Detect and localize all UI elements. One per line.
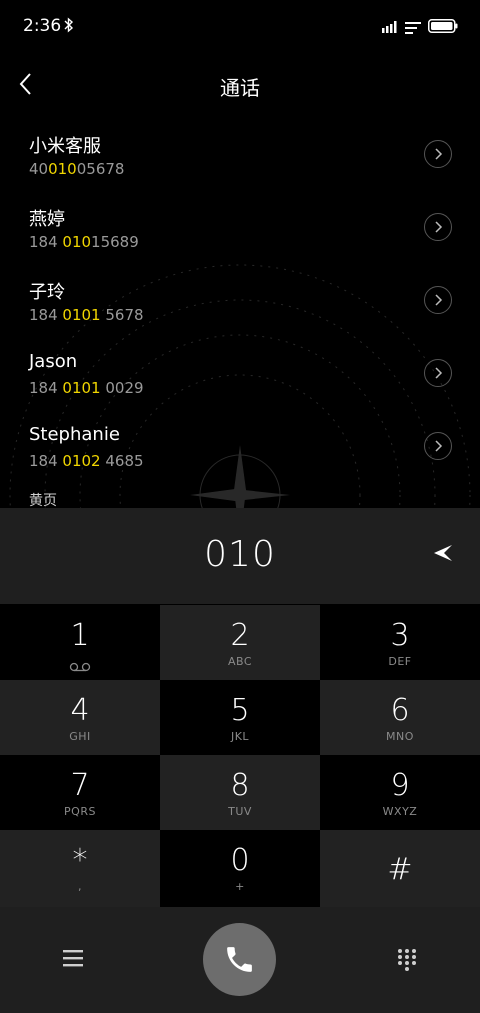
contact-detail-button[interactable] [424,140,452,168]
contact-detail-button[interactable] [424,286,452,314]
contact-detail-button[interactable] [424,432,452,460]
key-letters: ABC [227,655,253,668]
dial-display: 010 [0,508,480,604]
contact-detail-button[interactable] [424,213,452,241]
key-hash[interactable]: # [320,830,480,907]
key-letters: JKL [230,730,250,743]
list-item[interactable]: Stephanie 184 0102 4685 [0,410,480,480]
notification-icon [405,19,421,38]
menu-icon [63,950,83,967]
key-letters: WXYZ [382,805,418,818]
list-item[interactable]: 子玲 184 0101 5678 [0,264,480,334]
key-letters: PQRS [64,805,96,818]
contact-number: 184 0102 4685 [29,452,144,470]
contact-name: 燕婷 [29,209,65,230]
key-letters: GHI [69,730,91,743]
key-3[interactable]: 3 DEF [320,605,480,680]
voicemail-icon [69,657,91,676]
key-letters: DEF [388,655,412,668]
key-digit: 3 [390,618,410,653]
signal-icon [382,18,400,37]
list-item[interactable]: 燕婷 184 01015689 [0,191,480,261]
key-2[interactable]: 2 ABC [160,605,320,680]
key-6[interactable]: 6 MNO [320,680,480,755]
key-digit: 5 [230,693,250,728]
chevron-right-icon [435,440,443,452]
contact-name: 子玲 [29,282,65,303]
battery-icon [428,18,458,37]
section-label-yellow-pages[interactable]: 黄页 [29,490,57,510]
page-title: 通话 [220,76,260,100]
list-item[interactable]: Jason 184 0101 0029 [0,337,480,407]
key-1[interactable]: 1 [0,605,160,680]
key-digit: 9 [390,768,410,803]
dialed-number: 010 [204,534,276,575]
chevron-right-icon [435,221,443,233]
contact-number: 184 0101 5678 [29,306,144,324]
key-digit: 0 [230,843,250,878]
key-digit: 8 [230,768,250,803]
key-0[interactable]: 0 + [160,830,320,907]
key-5[interactable]: 5 JKL [160,680,320,755]
status-time: 2:36 [23,16,62,36]
key-digit: 1 [70,618,90,653]
key-digit: 6 [390,693,410,728]
key-digit: # [387,852,413,887]
contact-number: 4001005678 [29,160,125,178]
menu-button[interactable] [60,947,86,969]
key-7[interactable]: 7 PQRS [0,755,160,830]
key-star[interactable]: * , [0,830,160,907]
bottom-bar [0,907,480,1013]
dialpad-icon [398,949,416,971]
contact-number: 184 01015689 [29,233,139,251]
key-digit: * [72,843,88,878]
call-button[interactable] [203,923,276,996]
dialpad-toggle-button[interactable] [395,947,419,971]
chevron-right-icon [435,294,443,306]
key-letters: + [235,880,245,893]
backspace-icon [434,545,452,561]
chevron-right-icon [435,367,443,379]
key-digit: 4 [70,693,90,728]
key-letters: TUV [228,805,252,818]
key-digit: 2 [230,618,250,653]
contact-number: 184 0101 0029 [29,379,144,397]
contact-name: 小米客服 [29,136,101,157]
key-letters: MNO [386,730,414,743]
contact-name: Jason [29,351,78,372]
backspace-button[interactable] [430,542,456,564]
key-8[interactable]: 8 TUV [160,755,320,830]
key-9[interactable]: 9 WXYZ [320,755,480,830]
contact-detail-button[interactable] [424,359,452,387]
list-item[interactable]: 小米客服 4001005678 [0,118,480,188]
bluetooth-icon [64,17,74,37]
status-bar: 2:36 [0,0,480,52]
key-letters: , [78,880,82,893]
key-digit: 7 [70,768,90,803]
phone-icon [227,947,252,972]
chevron-right-icon [435,148,443,160]
header: 通话 [0,60,480,110]
key-4[interactable]: 4 GHI [0,680,160,755]
dialpad: 1 2 ABC 3 DEF 4 GHI 5 JKL 6 MNO 7 PQRS 8… [0,605,480,907]
contact-name: Stephanie [29,424,120,445]
